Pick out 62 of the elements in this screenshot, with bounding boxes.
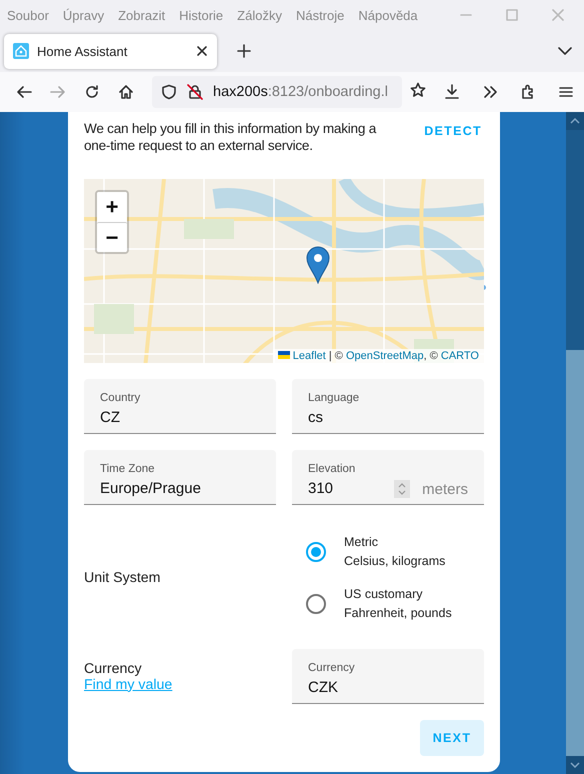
close-icon[interactable] (196, 45, 208, 57)
field-value: Europe/Prague (100, 479, 202, 499)
insecure-lock-icon (187, 84, 203, 100)
radio-button[interactable] (306, 542, 326, 562)
tab-title: Home Assistant (37, 44, 128, 58)
zoom-out-button[interactable]: − (97, 222, 127, 252)
radio-button[interactable] (306, 594, 326, 614)
flag-icon (278, 351, 290, 359)
menu-item[interactable]: Nástroje (296, 8, 344, 22)
select-field[interactable]: Language cs (292, 379, 484, 434)
field-value: cs (308, 408, 324, 428)
overflow-chevrons-icon[interactable] (482, 84, 498, 100)
field-value: CZK (308, 678, 339, 698)
menu-item[interactable]: Nápověda (358, 8, 418, 22)
browser-tab[interactable]: Home Assistant (4, 34, 217, 68)
detect-button[interactable]: DETECT (414, 120, 492, 142)
back-icon[interactable] (16, 84, 32, 100)
scrollbar[interactable] (566, 112, 584, 774)
reload-icon[interactable] (84, 84, 100, 100)
download-icon[interactable] (444, 84, 460, 100)
find-value-link[interactable]: Find my value (84, 676, 276, 692)
menu-item[interactable]: Historie (179, 8, 224, 22)
address-bar[interactable]: hax200s:8123/onboarding.l (152, 76, 402, 108)
scroll-up-icon[interactable] (570, 118, 580, 124)
field-label: Language (308, 391, 360, 405)
field-value: 310 (308, 479, 334, 499)
menu-item[interactable]: Záložky (237, 8, 282, 22)
extensions-icon[interactable] (520, 84, 536, 100)
menu-item[interactable]: Úpravy (62, 8, 104, 22)
option-description: Fahrenheit, pounds (344, 605, 452, 622)
home-logo-icon (13, 43, 29, 59)
menu-item[interactable]: Zobrazit (118, 8, 166, 22)
new-tab-icon[interactable] (237, 44, 251, 58)
option-title: Metric (344, 534, 380, 551)
unit-suffix: meters (422, 480, 468, 498)
attribution-link[interactable]: CARTO (440, 350, 479, 362)
field-label: Currency (308, 661, 356, 675)
map-marker-icon (306, 246, 330, 284)
menu-icon[interactable] (558, 84, 574, 100)
url-text: hax200s:8123/onboarding.l (213, 84, 388, 100)
select-field[interactable]: Time Zone Europe/Prague (84, 450, 276, 505)
select-field[interactable]: Country CZ (84, 379, 276, 434)
field-label: Elevation (308, 462, 356, 476)
attribution-link[interactable]: OpenStreetMap (346, 350, 424, 362)
unit-system-label: Unit System (84, 570, 162, 586)
map-attribution: Leaflet | © OpenStreetMap, © CARTO (272, 349, 484, 363)
intro-text: We can help you fill in this information by making a one-time request to an external service. (84, 120, 378, 154)
currency-label: Currency (84, 660, 143, 676)
number-field[interactable]: Elevation 310 meters (292, 450, 484, 505)
option-title: US customary (344, 586, 424, 603)
field-label: Country (100, 391, 142, 405)
shield-icon (161, 84, 177, 100)
text-field[interactable]: Currency CZK (292, 649, 484, 704)
attribution-link[interactable]: Leaflet (292, 350, 326, 362)
menu-item[interactable]: Soubor (7, 8, 49, 22)
scroll-down-icon[interactable] (570, 762, 580, 768)
field-value: CZ (100, 408, 121, 428)
bookmark-star-icon[interactable] (410, 82, 426, 98)
option-description: Celsius, kilograms (344, 553, 446, 570)
field-label: Time Zone (100, 462, 156, 476)
chevron-down-icon[interactable] (558, 47, 572, 55)
home-icon[interactable] (118, 84, 134, 100)
